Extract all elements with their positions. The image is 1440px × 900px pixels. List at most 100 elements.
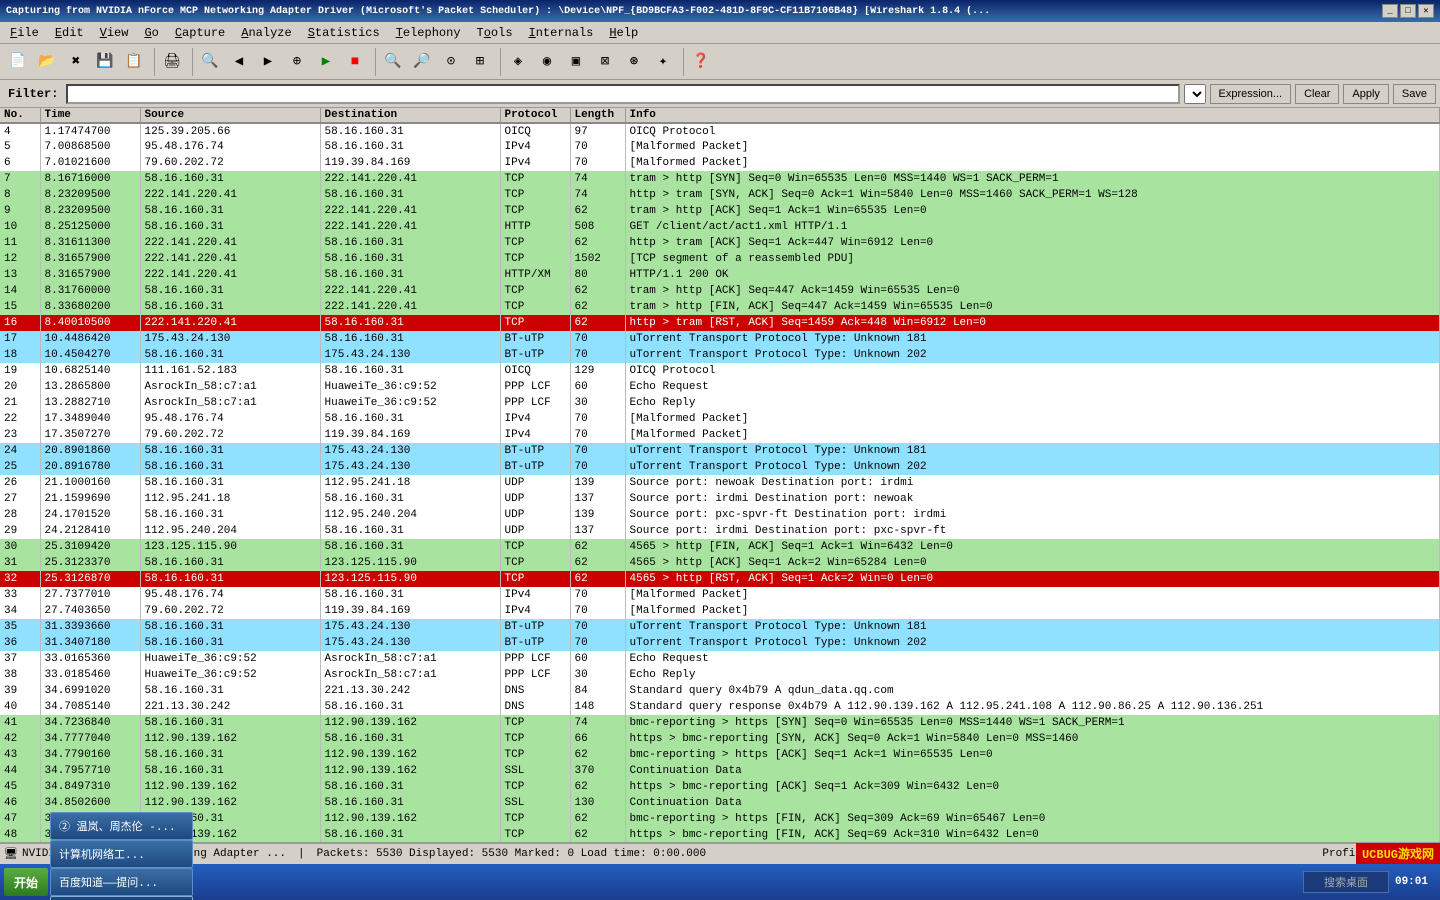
table-row[interactable]: 4434.795771058.16.160.31112.90.139.162SS… [0, 763, 1440, 779]
menu-statistics[interactable]: Statistics [300, 22, 388, 43]
table-row[interactable]: 168.40010500222.141.220.4158.16.160.31TC… [0, 315, 1440, 331]
taskbar-item[interactable]: 计算机网络工... [50, 840, 193, 868]
close-button[interactable]: ✕ [1418, 4, 1434, 18]
cell-proto: TCP [500, 555, 570, 571]
menu-analyze[interactable]: Analyze [233, 22, 299, 43]
packet-list[interactable]: No. Time Source Destination Protocol Len… [0, 108, 1440, 842]
tb-goto[interactable]: ⊕ [283, 48, 311, 76]
table-row[interactable]: 3934.699102058.16.160.31221.13.30.242DNS… [0, 683, 1440, 699]
tb-print[interactable]: 🖨 [158, 48, 186, 76]
taskbar-item[interactable]: ② 温岚、周杰伦 -... [50, 812, 193, 840]
table-row[interactable]: 3427.740365079.60.202.72119.39.84.169IPv… [0, 603, 1440, 619]
minimize-button[interactable]: _ [1382, 4, 1398, 18]
clear-button[interactable]: Clear [1295, 84, 1339, 104]
table-row[interactable]: 3025.3109420123.125.115.9058.16.160.31TC… [0, 539, 1440, 555]
menu-help[interactable]: Help [601, 22, 646, 43]
tb-stop[interactable]: ■ [341, 48, 369, 76]
tb-cap6[interactable]: ✦ [649, 48, 677, 76]
tb-cap2[interactable]: ◉ [533, 48, 561, 76]
start-button[interactable]: 开始 [4, 868, 48, 896]
save-button[interactable]: Save [1393, 84, 1436, 104]
table-row[interactable]: 3531.339366058.16.160.31175.43.24.130BT-… [0, 619, 1440, 635]
table-row[interactable]: 4834.9096520112.90.139.16258.16.160.31TC… [0, 827, 1440, 842]
table-row[interactable]: 67.0102160079.60.202.72119.39.84.169IPv4… [0, 155, 1440, 171]
table-row[interactable]: 3833.0185460HuaweiTe_36:c9:52AsrockIn_58… [0, 667, 1440, 683]
tb-prev[interactable]: ◀ [225, 48, 253, 76]
table-row[interactable]: 57.0086850095.48.176.7458.16.160.31IPv47… [0, 139, 1440, 155]
table-row[interactable]: 1810.450427058.16.160.31175.43.24.130BT-… [0, 347, 1440, 363]
tb-new[interactable]: 📄 [4, 48, 32, 76]
menu-go[interactable]: Go [136, 22, 166, 43]
table-row[interactable]: 2113.2882710AsrockIn_58:c7:a1HuaweiTe_36… [0, 395, 1440, 411]
table-row[interactable]: 2317.350727079.60.202.72119.39.84.169IPv… [0, 427, 1440, 443]
tb-cap1[interactable]: ◈ [504, 48, 532, 76]
menu-view[interactable]: View [92, 22, 137, 43]
tb-save[interactable]: 💾 [91, 48, 119, 76]
table-row[interactable]: 3733.0165360HuaweiTe_36:c9:52AsrockIn_58… [0, 651, 1440, 667]
table-row[interactable]: 3125.312337058.16.160.31123.125.115.90TC… [0, 555, 1440, 571]
tb-zoom-normal[interactable]: ⊙ [437, 48, 465, 76]
table-row[interactable]: 4034.7085140221.13.30.24258.16.160.31DNS… [0, 699, 1440, 715]
tb-open[interactable]: 📂 [33, 48, 61, 76]
tb-close[interactable]: ✖ [62, 48, 90, 76]
tb-zoom-out[interactable]: 🔎 [408, 48, 436, 76]
table-row[interactable]: 4534.8497310112.90.139.16258.16.160.31TC… [0, 779, 1440, 795]
table-row[interactable]: 1710.4486420175.43.24.13058.16.160.31BT-… [0, 331, 1440, 347]
table-row[interactable]: 4634.8502600112.90.139.16258.16.160.31SS… [0, 795, 1440, 811]
table-row[interactable]: 41.17474700125.39.205.6658.16.160.31OICQ… [0, 123, 1440, 139]
tb-cap3[interactable]: ▣ [562, 48, 590, 76]
menu-tools[interactable]: Tools [469, 22, 521, 43]
table-row[interactable]: 4734.854700058.16.160.31112.90.139.162TC… [0, 811, 1440, 827]
table-row[interactable]: 158.3368020058.16.160.31222.141.220.41TC… [0, 299, 1440, 315]
menu-capture[interactable]: Capture [167, 22, 233, 43]
table-row[interactable]: 3631.340718058.16.160.31175.43.24.130BT-… [0, 635, 1440, 651]
table-row[interactable]: 3225.312687058.16.160.31123.125.115.90TC… [0, 571, 1440, 587]
tb-cap5[interactable]: ⊛ [620, 48, 648, 76]
cell-dst: 58.16.160.31 [320, 123, 500, 139]
tb-resize[interactable]: ⊞ [466, 48, 494, 76]
apply-button[interactable]: Apply [1343, 84, 1389, 104]
table-row[interactable]: 4234.7777040112.90.139.16258.16.160.31TC… [0, 731, 1440, 747]
menu-telephony[interactable]: Telephony [388, 22, 469, 43]
table-row[interactable]: 2824.170152058.16.160.31112.95.240.204UD… [0, 507, 1440, 523]
table-row[interactable]: 2013.2865800AsrockIn_58:c7:a1HuaweiTe_36… [0, 379, 1440, 395]
table-row[interactable]: 3327.737701095.48.176.7458.16.160.31IPv4… [0, 587, 1440, 603]
table-row[interactable]: 2520.891678058.16.160.31175.43.24.130BT-… [0, 459, 1440, 475]
tb-zoom-in[interactable]: 🔍 [379, 48, 407, 76]
cell-src: 175.43.24.130 [140, 331, 320, 347]
tb-next[interactable]: ▶ [254, 48, 282, 76]
table-row[interactable]: 118.31611300222.141.220.4158.16.160.31TC… [0, 235, 1440, 251]
taskbar-item[interactable]: 百度知道——提问... [50, 868, 193, 896]
table-row[interactable]: 88.23209500222.141.220.4158.16.160.31TCP… [0, 187, 1440, 203]
menu-edit[interactable]: Edit [47, 22, 92, 43]
tb-start[interactable]: ▶ [312, 48, 340, 76]
filter-input[interactable] [66, 84, 1179, 104]
table-row[interactable]: 4334.779016058.16.160.31112.90.139.162TC… [0, 747, 1440, 763]
tb-save-as[interactable]: 📋 [120, 48, 148, 76]
table-row[interactable]: 108.2512500058.16.160.31222.141.220.41HT… [0, 219, 1440, 235]
cell-no: 14 [0, 283, 40, 299]
table-row[interactable]: 98.2320950058.16.160.31222.141.220.41TCP… [0, 203, 1440, 219]
table-row[interactable]: 2420.890186058.16.160.31175.43.24.130BT-… [0, 443, 1440, 459]
cell-len: 70 [570, 155, 625, 171]
filter-dropdown[interactable] [1184, 84, 1206, 104]
tb-find[interactable]: 🔍 [196, 48, 224, 76]
table-row[interactable]: 78.1671600058.16.160.31222.141.220.41TCP… [0, 171, 1440, 187]
expression-button[interactable]: Expression... [1210, 84, 1292, 104]
menu-file[interactable]: File [2, 22, 47, 43]
table-row[interactable]: 128.31657900222.141.220.4158.16.160.31TC… [0, 251, 1440, 267]
table-row[interactable]: 4134.723684058.16.160.31112.90.139.162TC… [0, 715, 1440, 731]
table-row[interactable]: 2721.1599690112.95.241.1858.16.160.31UDP… [0, 491, 1440, 507]
tb-cap4[interactable]: ⊠ [591, 48, 619, 76]
taskbar-item[interactable]: Capturing from N... [50, 896, 193, 900]
table-row[interactable]: 2217.348904095.48.176.7458.16.160.31IPv4… [0, 411, 1440, 427]
table-row[interactable]: 138.31657900222.141.220.4158.16.160.31HT… [0, 267, 1440, 283]
menu-internals[interactable]: Internals [521, 22, 602, 43]
table-row[interactable]: 148.3176000058.16.160.31222.141.220.41TC… [0, 283, 1440, 299]
maximize-button[interactable]: □ [1400, 4, 1416, 18]
tb-help[interactable]: ❓ [687, 48, 715, 76]
table-row[interactable]: 2621.100016058.16.160.31112.95.241.18UDP… [0, 475, 1440, 491]
search-box[interactable]: 搜索桌面 [1303, 871, 1389, 893]
table-row[interactable]: 1910.6825140111.161.52.18358.16.160.31OI… [0, 363, 1440, 379]
table-row[interactable]: 2924.2128410112.95.240.20458.16.160.31UD… [0, 523, 1440, 539]
